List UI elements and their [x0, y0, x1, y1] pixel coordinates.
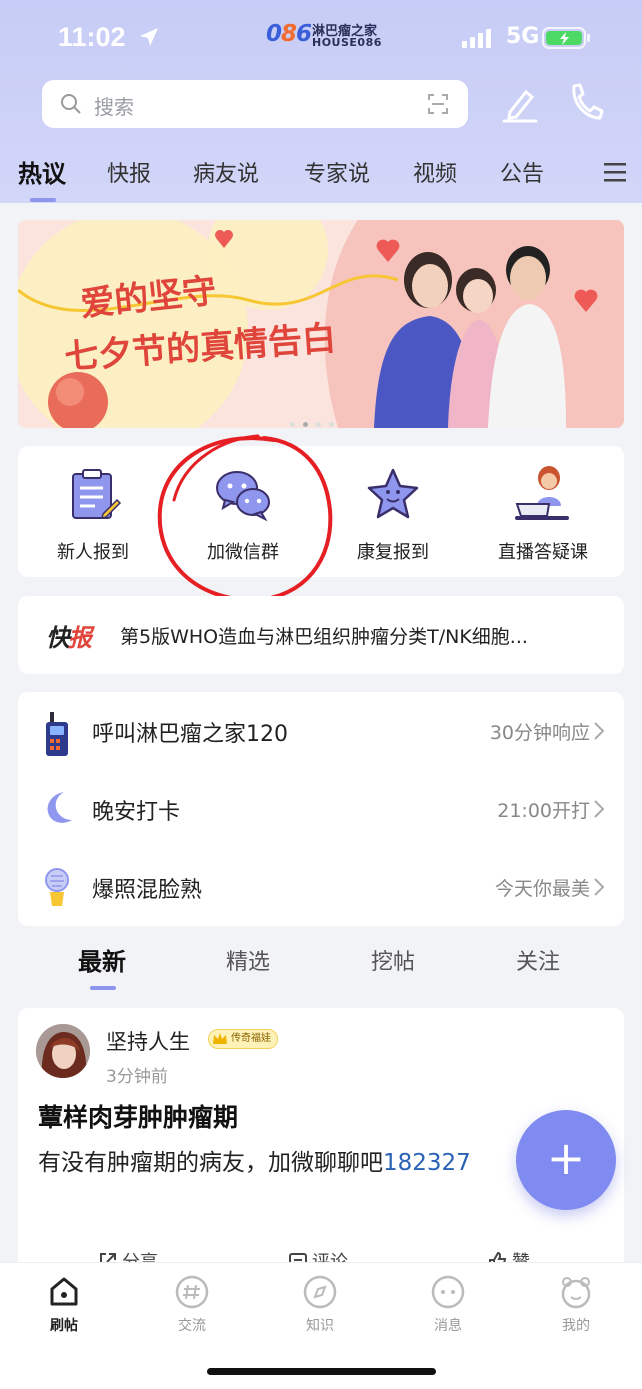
- feed-tab-featured[interactable]: 精选: [226, 944, 270, 976]
- message-icon: [431, 1275, 465, 1309]
- post-username[interactable]: 坚持人生: [106, 1026, 190, 1056]
- new-post-fab[interactable]: +: [516, 1110, 616, 1210]
- nav-chat[interactable]: 交流: [152, 1275, 232, 1335]
- red-circle-annotation: [157, 434, 333, 603]
- search-input[interactable]: 搜索: [42, 80, 468, 128]
- location-arrow-icon: [140, 28, 158, 46]
- nav-label: 我的: [562, 1318, 590, 1334]
- list-row-hint: 30分钟响应: [489, 722, 590, 744]
- news-tag-black: 快: [46, 624, 70, 652]
- list-row-hint: 今天你最美: [494, 878, 590, 900]
- feed-tabs: 最新 精选 挖帖 关注: [0, 930, 642, 1000]
- search-icon: [61, 94, 81, 114]
- clipboard-icon: [72, 469, 122, 520]
- signal-icon: [462, 29, 491, 48]
- post-time: 3分钟前: [106, 1067, 168, 1087]
- nav-label: 知识: [306, 1318, 334, 1334]
- avatar[interactable]: [36, 1024, 90, 1078]
- nav-messages[interactable]: 消息: [408, 1275, 488, 1335]
- torch-icon: [45, 868, 69, 906]
- list-row-title: 爆照混脸熟: [92, 878, 203, 903]
- post-body: 有没有肿瘤期的病友，加微聊聊吧182327: [38, 1144, 528, 1182]
- tab-patients[interactable]: 病友说: [193, 156, 259, 188]
- tab-hot[interactable]: 热议: [18, 154, 66, 189]
- app-header: 11:02 086 淋巴瘤之家 HOUSE086 5G 搜索 热议 快报 病友说: [0, 0, 642, 203]
- walkie-talkie-icon: [46, 712, 68, 756]
- post-phone-link[interactable]: 182327: [383, 1150, 471, 1176]
- news-flash[interactable]: 快报 第5版WHO造血与淋巴组织肿瘤分类T/NK细胞...: [18, 596, 624, 674]
- home-icon: [50, 1277, 78, 1306]
- top-tabs: 热议 快报 病友说 专家说 视频 公告: [0, 150, 642, 202]
- quick-entry-label: 直播答疑课: [498, 542, 588, 563]
- chevron-right-icon: [594, 800, 604, 818]
- banner-pagination: [290, 412, 342, 428]
- plus-icon: +: [546, 1131, 586, 1185]
- app-logo: 086 淋巴瘤之家 HOUSE086: [266, 20, 386, 52]
- quick-entry-live-class[interactable]: 直播答疑课: [468, 446, 618, 577]
- list-row-title: 呼叫淋巴瘤之家120: [92, 722, 288, 747]
- chevron-right-icon: [594, 878, 604, 896]
- list-row-photo[interactable]: 爆照混脸熟 今天你最美: [18, 848, 624, 926]
- nav-profile[interactable]: 我的: [536, 1275, 616, 1335]
- nav-label: 消息: [434, 1318, 462, 1334]
- status-time: 11:02: [58, 22, 126, 52]
- tab-news[interactable]: 快报: [107, 156, 151, 188]
- list-row-goodnight[interactable]: 晚安打卡 21:00开打: [18, 770, 624, 848]
- phone-icon[interactable]: [566, 82, 604, 122]
- service-list: 呼叫淋巴瘤之家120 30分钟响应 晚安打卡 21:00开打 爆照混脸熟 今天你…: [18, 692, 624, 926]
- banner-dot: [290, 422, 295, 427]
- feed-tab-following[interactable]: 关注: [516, 944, 560, 976]
- nav-feed[interactable]: 刷帖: [24, 1275, 104, 1335]
- feed-tab-digging[interactable]: 挖帖: [371, 944, 415, 976]
- post-title: 蕈样肉芽肿肿瘤期: [38, 1103, 239, 1132]
- tab-videos[interactable]: 视频: [413, 156, 457, 188]
- compass-icon: [303, 1275, 337, 1309]
- banner-dot: [329, 422, 334, 427]
- promo-banner[interactable]: 爱的坚守 七夕节的真情告白: [18, 220, 624, 428]
- star-icon: [367, 468, 419, 519]
- news-flash-tag: 快报: [46, 618, 92, 653]
- quick-entry-label: 新人报到: [57, 542, 129, 563]
- moon-icon: [47, 792, 72, 823]
- chevron-right-icon: [594, 722, 604, 740]
- compose-icon[interactable]: [500, 84, 540, 124]
- menu-icon[interactable]: [604, 162, 626, 182]
- news-tag-red: 报: [68, 624, 92, 652]
- search-placeholder: 搜索: [94, 95, 134, 119]
- profile-icon: [561, 1277, 591, 1309]
- quick-entry-newcomer[interactable]: 新人报到: [18, 446, 168, 577]
- tab-notices[interactable]: 公告: [500, 156, 544, 188]
- scan-icon[interactable]: [428, 94, 448, 114]
- news-flash-text: 第5版WHO造血与淋巴组织肿瘤分类T/NK细胞...: [120, 626, 528, 648]
- home-indicator: [207, 1368, 436, 1375]
- banner-dot: [316, 422, 321, 427]
- network-type: 5G: [506, 24, 540, 49]
- nav-label: 刷帖: [50, 1318, 78, 1334]
- logo-en: HOUSE086: [312, 36, 382, 49]
- feed-tab-indicator: [90, 986, 116, 990]
- list-row-call-120[interactable]: 呼叫淋巴瘤之家120 30分钟响应: [18, 692, 624, 770]
- logo-mark: 086: [266, 21, 312, 47]
- user-badge: 传奇福娃: [208, 1029, 278, 1049]
- feed-tab-latest[interactable]: 最新: [78, 942, 126, 977]
- status-bar: 11:02 086 淋巴瘤之家 HOUSE086 5G: [0, 0, 642, 76]
- battery-icon: [542, 27, 590, 49]
- nav-knowledge[interactable]: 知识: [280, 1275, 360, 1335]
- hashtag-icon: [175, 1275, 209, 1309]
- list-row-title: 晚安打卡: [92, 800, 181, 825]
- crown-icon: [213, 1033, 227, 1044]
- live-teacher-icon: [515, 466, 569, 520]
- banner-dot-active: [303, 422, 308, 427]
- post-body-text: 有没有肿瘤期的病友，加微聊聊吧: [38, 1150, 383, 1176]
- tab-active-indicator: [30, 198, 56, 202]
- nav-label: 交流: [178, 1318, 206, 1334]
- list-row-hint: 21:00开打: [497, 800, 590, 822]
- tab-experts[interactable]: 专家说: [304, 156, 370, 188]
- user-badge-text: 传奇福娃: [231, 1033, 271, 1044]
